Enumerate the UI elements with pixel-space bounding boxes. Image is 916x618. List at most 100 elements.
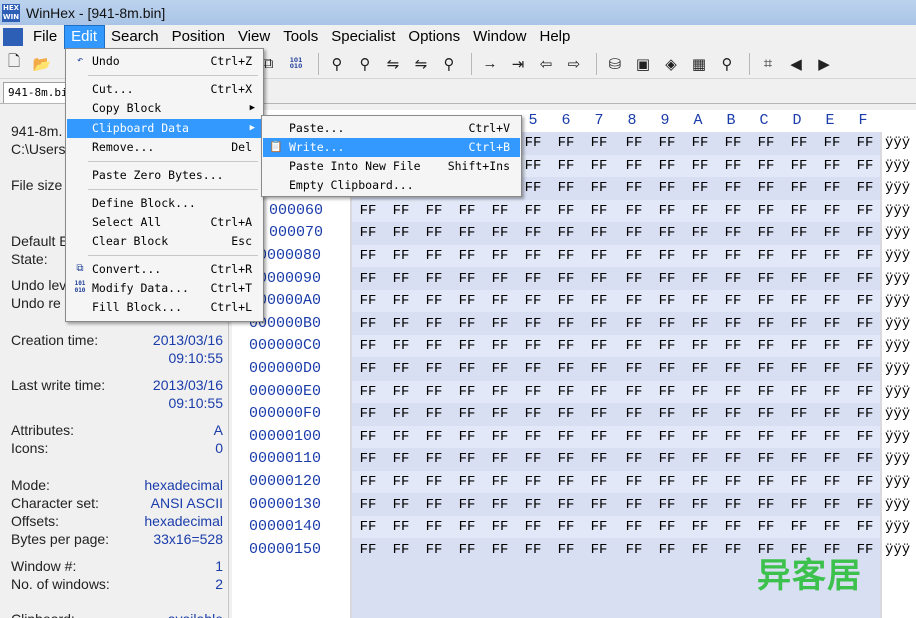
hex-byte[interactable]: FF — [816, 155, 848, 177]
menu-item-undo[interactable]: ↶ Undo Ctrl+Z — [67, 52, 262, 71]
hex-byte[interactable]: FF — [684, 471, 716, 493]
hex-byte[interactable]: FF — [385, 403, 417, 425]
hex-byte[interactable]: FF — [550, 494, 582, 516]
hex-byte[interactable]: FF — [783, 516, 815, 538]
hex-byte[interactable]: FF — [550, 335, 582, 357]
hex-byte[interactable]: FF — [717, 177, 749, 199]
hex-byte[interactable]: FF — [717, 335, 749, 357]
next-icon[interactable]: ▶ — [812, 52, 836, 76]
hex-byte[interactable]: FF — [385, 516, 417, 538]
hex-byte[interactable]: FF — [816, 358, 848, 380]
hex-byte[interactable]: FF — [484, 403, 516, 425]
hex-byte[interactable]: FF — [684, 381, 716, 403]
hex-byte[interactable]: FF — [550, 177, 582, 199]
hex-byte[interactable]: FF — [750, 290, 782, 312]
hex-byte[interactable]: FF — [651, 290, 683, 312]
hex-byte[interactable]: FF — [717, 494, 749, 516]
hex-byte[interactable]: FF — [550, 516, 582, 538]
hex-byte[interactable]: FF — [618, 177, 650, 199]
hex-byte[interactable]: FF — [451, 290, 483, 312]
hex-byte[interactable]: FF — [816, 494, 848, 516]
row-offset[interactable]: 00000130 — [249, 494, 321, 516]
ascii-text[interactable]: ÿÿÿ — [885, 403, 916, 425]
menu-item-remove[interactable]: Remove... Del — [67, 138, 262, 157]
hex-byte[interactable]: FF — [717, 222, 749, 244]
hex-byte[interactable]: FF — [651, 245, 683, 267]
hex-byte[interactable]: FF — [849, 426, 881, 448]
hex-byte[interactable]: FF — [517, 268, 549, 290]
hex-byte[interactable]: FF — [451, 516, 483, 538]
hex-byte[interactable]: FF — [484, 335, 516, 357]
hex-byte[interactable]: FF — [583, 516, 615, 538]
menu-tools[interactable]: Tools — [277, 26, 325, 48]
hex-byte[interactable]: FF — [550, 403, 582, 425]
hex-byte[interactable]: FF — [352, 471, 384, 493]
forward-icon[interactable]: ⇨ — [562, 52, 586, 76]
submenu-item-write[interactable]: 📋 Write... Ctrl+B — [263, 138, 520, 157]
hex-byte[interactable]: FF — [352, 245, 384, 267]
hex-byte[interactable]: FF — [816, 132, 848, 154]
hex-byte[interactable]: FF — [451, 494, 483, 516]
hex-byte[interactable]: FF — [583, 313, 615, 335]
hex-byte[interactable]: FF — [484, 426, 516, 448]
hex-byte[interactable]: FF — [517, 222, 549, 244]
hex-byte[interactable]: FF — [651, 268, 683, 290]
menu-item-select-all[interactable]: Select All Ctrl+A — [67, 213, 262, 232]
hex-byte[interactable]: FF — [484, 381, 516, 403]
menu-item-modify-data[interactable]: 101 010 Modify Data... Ctrl+T — [67, 279, 262, 298]
hex-byte[interactable]: FF — [418, 403, 450, 425]
hex-byte[interactable]: FF — [385, 335, 417, 357]
hex-byte[interactable]: FF — [717, 358, 749, 380]
hex-byte[interactable]: FF — [352, 516, 384, 538]
hex-byte[interactable]: FF — [550, 200, 582, 222]
ascii-text[interactable]: ÿÿÿ — [885, 426, 916, 448]
hex-byte[interactable]: FF — [517, 403, 549, 425]
hex-byte[interactable]: FF — [618, 539, 650, 561]
modify-data-icon[interactable]: 101 010 — [284, 52, 308, 76]
document-menu-icon[interactable] — [3, 27, 23, 46]
row-offset[interactable]: 000070 — [269, 222, 323, 244]
hex-byte[interactable]: FF — [550, 313, 582, 335]
hex-byte[interactable]: FF — [750, 403, 782, 425]
hex-byte[interactable]: FF — [684, 335, 716, 357]
menu-item-define-block[interactable]: Define Block... — [67, 194, 262, 213]
row-offset[interactable]: 00000100 — [249, 426, 321, 448]
find-again-icon[interactable]: ⚲ — [437, 52, 461, 76]
hex-byte[interactable]: FF — [451, 539, 483, 561]
hex-byte[interactable]: FF — [618, 403, 650, 425]
hex-byte[interactable]: FF — [451, 335, 483, 357]
hex-byte[interactable]: FF — [849, 403, 881, 425]
replace-hex-icon[interactable]: ⇋ — [409, 52, 433, 76]
hex-byte[interactable]: FF — [385, 200, 417, 222]
hex-byte[interactable]: FF — [849, 494, 881, 516]
hex-byte[interactable]: FF — [550, 381, 582, 403]
menu-file[interactable]: File — [27, 26, 64, 48]
menu-item-paste-zero-bytes[interactable]: Paste Zero Bytes... — [67, 166, 262, 185]
hex-byte[interactable]: FF — [517, 516, 549, 538]
row-offset[interactable]: 000000C0 — [249, 335, 321, 357]
hex-byte[interactable]: FF — [750, 494, 782, 516]
hex-byte[interactable]: FF — [451, 268, 483, 290]
hex-byte[interactable]: FF — [618, 381, 650, 403]
submenu-item-paste-into-new-file[interactable]: Paste Into New File Shift+Ins — [263, 157, 520, 176]
hex-byte[interactable]: FF — [816, 222, 848, 244]
hex-byte[interactable]: FF — [849, 245, 881, 267]
hex-byte[interactable]: FF — [717, 516, 749, 538]
hex-byte[interactable]: FF — [684, 268, 716, 290]
hex-byte[interactable]: FF — [352, 313, 384, 335]
hex-byte[interactable]: FF — [418, 245, 450, 267]
hex-byte[interactable]: FF — [550, 268, 582, 290]
hex-byte[interactable]: FF — [783, 358, 815, 380]
hex-byte[interactable]: FF — [651, 516, 683, 538]
hex-byte[interactable]: FF — [684, 358, 716, 380]
hex-byte[interactable]: FF — [352, 200, 384, 222]
hex-byte[interactable]: FF — [451, 381, 483, 403]
menu-position[interactable]: Position — [166, 26, 232, 48]
hex-byte[interactable]: FF — [651, 177, 683, 199]
hex-byte[interactable]: FF — [717, 381, 749, 403]
hex-byte[interactable]: FF — [651, 539, 683, 561]
hex-byte[interactable]: FF — [651, 313, 683, 335]
hex-byte[interactable]: FF — [418, 222, 450, 244]
hex-byte[interactable]: FF — [816, 403, 848, 425]
hex-byte[interactable]: FF — [717, 403, 749, 425]
